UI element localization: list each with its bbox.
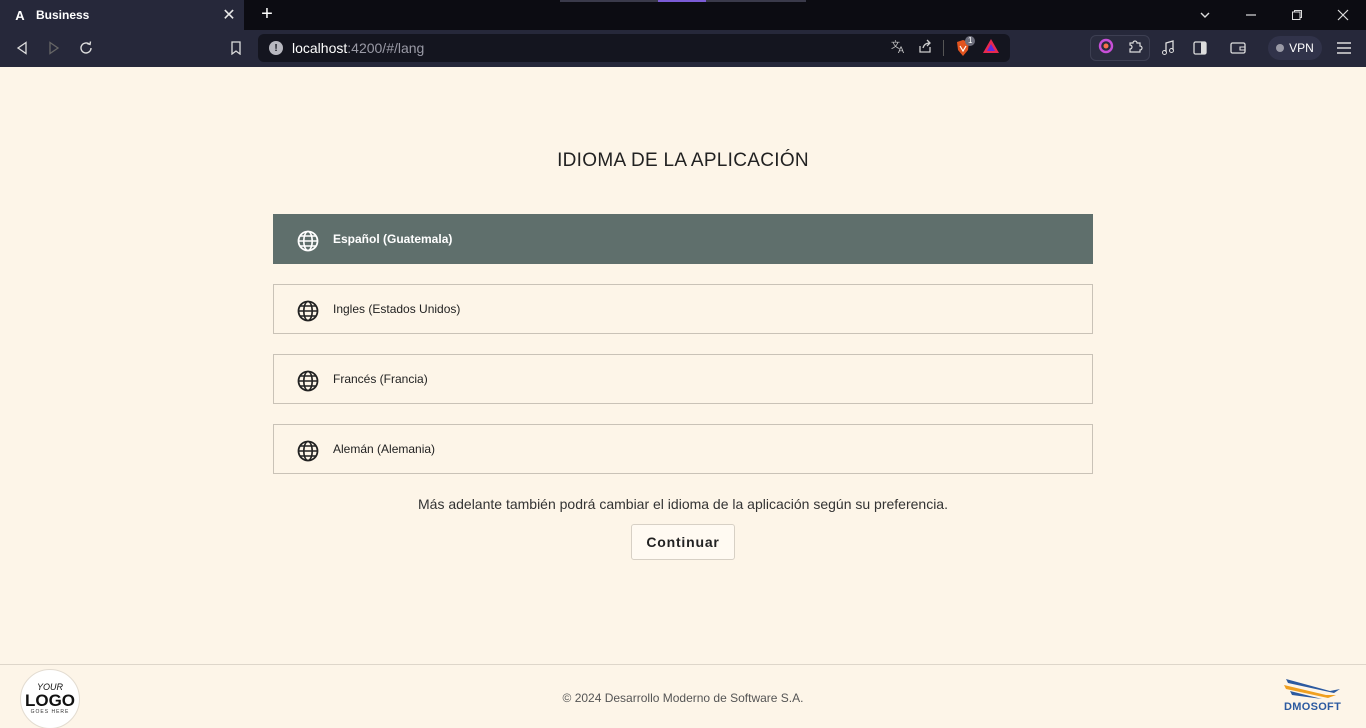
forward-button[interactable] <box>42 37 66 59</box>
copyright-text: © 2024 Desarrollo Moderno de Software S.… <box>562 691 804 705</box>
back-button[interactable] <box>10 37 34 59</box>
share-icon[interactable] <box>917 38 933 59</box>
tab-strip-indicator <box>560 0 806 2</box>
language-option-de-de[interactable]: Alemán (Alemania) <box>273 424 1093 474</box>
tab-list-chevron-icon[interactable] <box>1182 0 1228 30</box>
language-label: Ingles (Estados Unidos) <box>333 302 461 316</box>
brave-rewards-icon[interactable] <box>982 37 1000 60</box>
translate-icon[interactable]: 文A <box>891 38 907 59</box>
window-controls <box>1182 0 1366 30</box>
brand-text: DMOSOFT <box>1284 701 1342 713</box>
restore-button[interactable] <box>1274 0 1320 30</box>
footer: YOUR LOGO GOES HERE © 2024 Desarrollo Mo… <box>0 664 1366 728</box>
site-info-icon[interactable]: ! <box>269 41 283 55</box>
language-label: Francés (Francia) <box>333 372 428 386</box>
globe-icon <box>297 440 321 464</box>
vpn-button[interactable]: VPN <box>1268 36 1322 60</box>
continue-button[interactable]: Continuar <box>631 524 735 560</box>
vpn-status-icon <box>1276 44 1285 52</box>
language-change-note: Más adelante también podrá cambiar el id… <box>418 496 948 512</box>
sidebar-toggle-icon[interactable] <box>1188 37 1212 59</box>
language-option-en-us[interactable]: Ingles (Estados Unidos) <box>273 284 1093 334</box>
angular-favicon-icon: A <box>15 7 25 23</box>
language-options-list: Español (Guatemala) Ingles (Estados Unid… <box>273 214 1093 494</box>
tab-close-icon[interactable]: ✕ <box>218 5 240 25</box>
browser-titlebar: A Business ✕ + <box>0 0 1366 30</box>
menu-hamburger-icon[interactable] <box>1332 37 1356 59</box>
language-option-fr-fr[interactable]: Francés (Francia) <box>273 354 1093 404</box>
svg-text:A: A <box>898 45 904 54</box>
close-window-button[interactable] <box>1320 0 1366 30</box>
language-option-es-gt[interactable]: Español (Guatemala) <box>273 214 1093 264</box>
brave-shields-icon[interactable]: 1 <box>954 36 976 57</box>
extensions-puzzle-icon[interactable] <box>1127 38 1143 59</box>
language-label: Español (Guatemala) <box>333 232 453 246</box>
globe-icon <box>297 300 321 324</box>
vpn-label: VPN <box>1289 41 1314 55</box>
page-title: IDIOMA DE LA APLICACIÓN <box>557 150 809 171</box>
address-bar[interactable]: ! localhost:4200/#/lang 文A 1 <box>258 34 1010 62</box>
url-text[interactable]: localhost:4200/#/lang <box>292 40 891 56</box>
tab-title: Business <box>36 8 90 22</box>
url-separator <box>943 40 944 56</box>
browser-tab-active[interactable]: A Business ✕ <box>0 0 244 30</box>
globe-icon <box>297 370 321 394</box>
globe-icon <box>297 230 321 254</box>
extensions-group <box>1090 35 1150 61</box>
brave-badge: 1 <box>965 36 976 46</box>
minimize-button[interactable] <box>1228 0 1274 30</box>
reload-button[interactable] <box>74 37 98 59</box>
media-music-icon[interactable] <box>1156 37 1180 59</box>
leo-ai-icon[interactable] <box>1098 38 1114 59</box>
wallet-icon[interactable] <box>1226 37 1250 59</box>
new-tab-button[interactable]: + <box>256 4 278 26</box>
bookmark-icon[interactable] <box>224 37 248 59</box>
dmosoft-logo: DMOSOFT <box>1282 677 1344 717</box>
language-label: Alemán (Alemania) <box>333 442 436 456</box>
logo-bottom-text: GOES HERE <box>30 708 70 715</box>
